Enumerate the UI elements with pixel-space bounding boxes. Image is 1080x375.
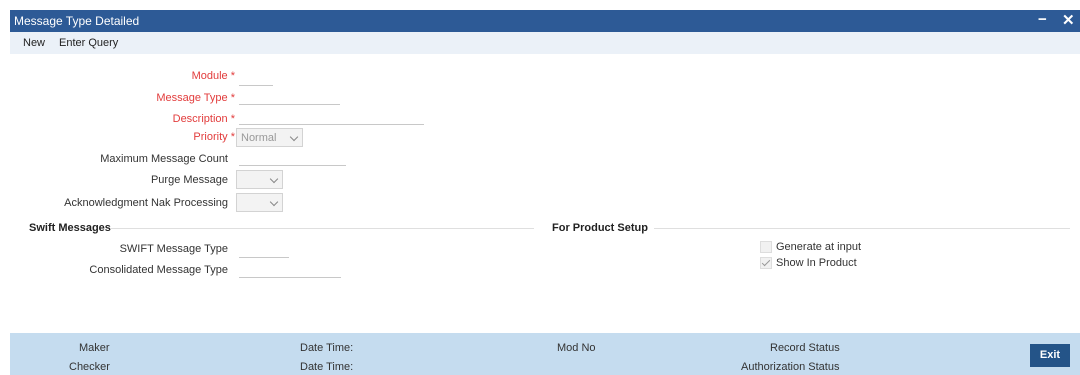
description-input[interactable] — [239, 108, 424, 125]
maximum-message-count-label: Maximum Message Count — [100, 153, 228, 165]
maker-label: Maker — [79, 342, 110, 354]
product-setup-heading: For Product Setup — [552, 222, 648, 234]
module-input[interactable] — [239, 69, 273, 86]
section-divider — [110, 228, 534, 229]
description-label: Description * — [172, 113, 235, 125]
priority-select[interactable]: Normal — [236, 128, 303, 147]
window-title: Message Type Detailed — [14, 14, 140, 28]
swift-message-type-label: SWIFT Message Type — [119, 243, 228, 255]
priority-label: Priority * — [193, 131, 235, 143]
acknowledgment-nak-processing-select[interactable] — [236, 193, 283, 212]
audit-footer: Maker Checker Date Time: Date Time: Mod … — [10, 333, 1080, 375]
exit-button[interactable]: Exit — [1030, 344, 1070, 367]
consolidated-message-type-label: Consolidated Message Type — [89, 264, 228, 276]
generate-at-input-checkbox[interactable] — [760, 241, 772, 253]
chevron-down-icon — [269, 197, 279, 207]
minimize-icon[interactable]: − — [1038, 11, 1047, 28]
message-type-input[interactable] — [239, 88, 340, 105]
enter-query-button[interactable]: Enter Query — [59, 37, 118, 49]
swift-message-type-input[interactable] — [239, 241, 289, 258]
checker-date-time-label: Date Time: — [300, 361, 354, 373]
section-divider — [654, 228, 1070, 229]
authorization-status-label: Authorization Status — [741, 361, 840, 373]
purge-message-label: Purge Message — [150, 174, 228, 186]
swift-messages-heading: Swift Messages — [29, 222, 111, 234]
checker-label: Checker — [69, 361, 110, 373]
consolidated-message-type-input[interactable] — [239, 261, 341, 278]
show-in-product-label: Show In Product — [776, 257, 857, 269]
toolbar: New Enter Query — [10, 32, 1080, 54]
window-title-bar: Message Type Detailed − ✕ — [10, 10, 1080, 32]
maximum-message-count-input[interactable] — [239, 149, 346, 166]
generate-at-input-label: Generate at input — [776, 241, 862, 253]
checkmark-icon — [761, 257, 771, 267]
new-button[interactable]: New — [23, 37, 45, 49]
maker-date-time-label: Date Time: — [300, 342, 354, 354]
module-label: Module * — [191, 70, 235, 82]
chevron-down-icon — [269, 174, 279, 184]
priority-selected-value: Normal — [241, 132, 277, 144]
mod-no-label: Mod No — [557, 342, 596, 354]
acknowledgment-nak-processing-label: Acknowledgment Nak Processing — [64, 197, 228, 209]
purge-message-select[interactable] — [236, 170, 283, 189]
record-status-label: Record Status — [770, 342, 840, 354]
show-in-product-checkbox[interactable] — [760, 257, 772, 269]
chevron-down-icon — [289, 132, 299, 142]
close-icon[interactable]: ✕ — [1062, 11, 1075, 29]
message-type-label: Message Type * — [156, 92, 235, 104]
